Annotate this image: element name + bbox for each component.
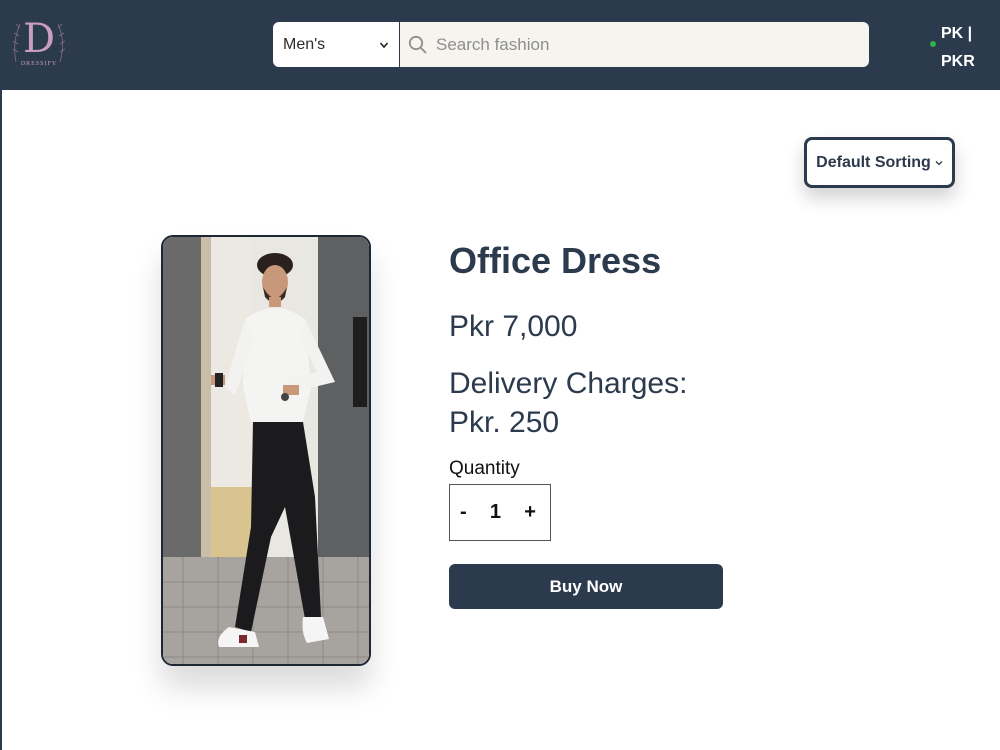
quantity-decrease-button[interactable]: -: [460, 501, 467, 524]
top-navbar: D DRESSIFY Men's PK | PKR: [0, 0, 1000, 90]
search-bar[interactable]: [400, 22, 869, 67]
delivery-charges: Delivery Charges: Pkr. 250: [449, 364, 687, 442]
product-photo: [163, 237, 369, 664]
locale-country: PK |: [941, 25, 973, 42]
brand-logo[interactable]: D DRESSIFY: [10, 12, 68, 74]
product-image[interactable]: [161, 235, 371, 666]
quantity-stepper: - 1 +: [449, 484, 551, 541]
logo-leaves-icon: [12, 23, 66, 63]
status-dot: [930, 41, 936, 47]
quantity-label: Quantity: [449, 458, 520, 479]
sort-dropdown[interactable]: Default Sorting: [804, 137, 955, 188]
delivery-amount: Pkr. 250: [449, 406, 560, 439]
chevron-down-icon: [379, 41, 389, 48]
product-price: Pkr 7,000: [449, 310, 578, 343]
quantity-increase-button[interactable]: +: [524, 501, 536, 524]
chevron-down-icon: [935, 160, 943, 165]
locale-currency-code: PKR: [941, 53, 975, 70]
search-icon: [408, 35, 427, 54]
buy-now-button[interactable]: Buy Now: [449, 564, 723, 609]
category-select-value: Men's: [283, 35, 326, 53]
locale-currency[interactable]: PK | PKR: [941, 20, 975, 76]
sort-label: Default Sorting: [816, 153, 931, 171]
category-select[interactable]: Men's: [273, 22, 399, 67]
quantity-value: 1: [489, 501, 502, 523]
search-input[interactable]: [436, 34, 856, 55]
delivery-label: Delivery Charges:: [449, 367, 688, 400]
product-title: Office Dress: [449, 240, 662, 281]
